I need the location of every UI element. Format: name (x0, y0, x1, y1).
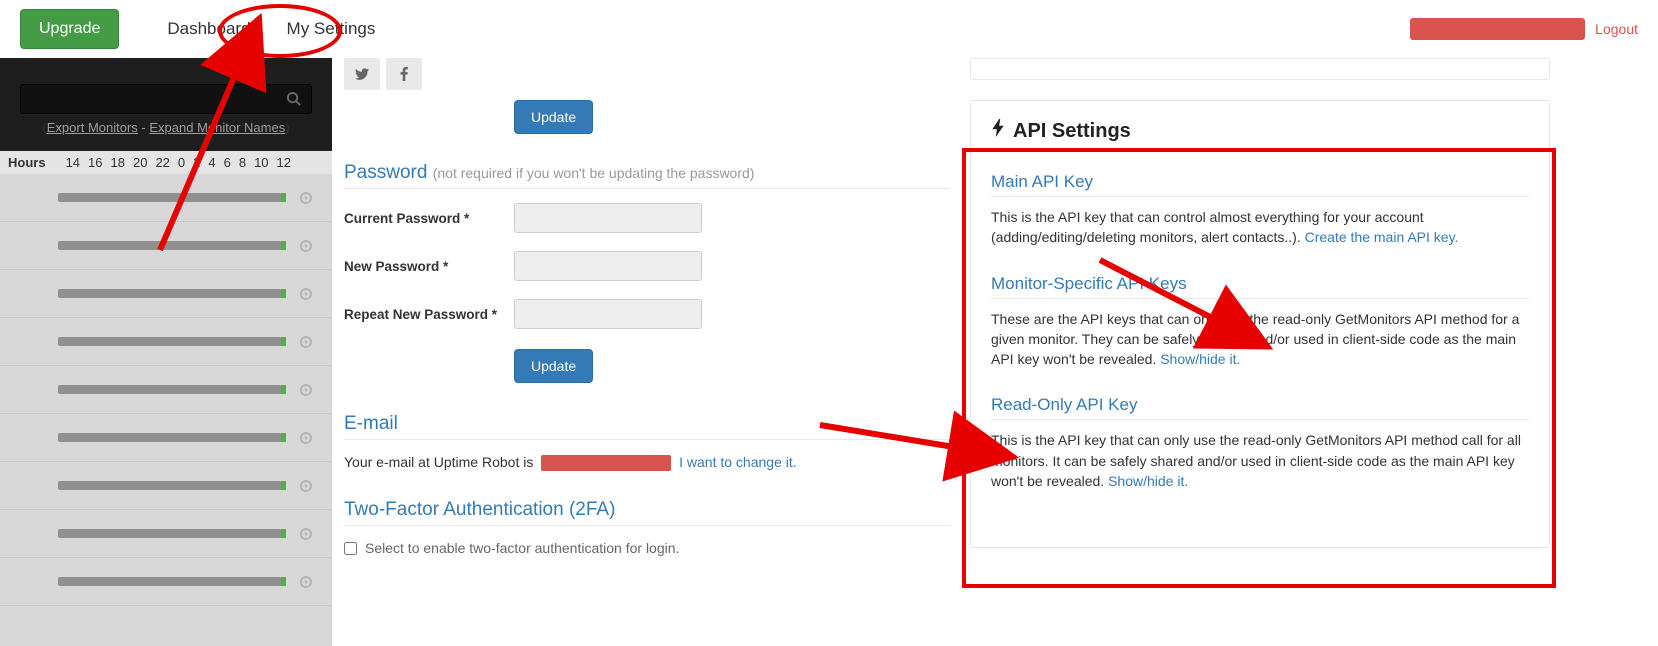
lightning-icon (991, 119, 1005, 143)
api-readonly-heading: Read-Only API Key (991, 395, 1529, 420)
gear-icon[interactable] (298, 574, 314, 590)
monitor-row[interactable] (0, 558, 332, 606)
password-section-title: Password (not required if you won't be u… (344, 162, 950, 189)
gear-icon[interactable] (298, 526, 314, 542)
monitor-row[interactable] (0, 414, 332, 462)
monitor-row[interactable] (0, 174, 332, 222)
gear-icon[interactable] (298, 286, 314, 302)
showhide-readonly-link[interactable]: Show/hide it. (1108, 473, 1188, 489)
repeat-password-input[interactable] (514, 299, 702, 329)
monitor-row[interactable] (0, 318, 332, 366)
new-password-label: New Password * (344, 259, 514, 274)
sidebar-links: (Export Monitors - Expand Monitor Names) (20, 114, 312, 145)
monitor-row[interactable] (0, 222, 332, 270)
top-nav: Upgrade Dashboard My Settings Logout (0, 0, 1658, 58)
monitor-row[interactable] (0, 462, 332, 510)
export-monitors-link[interactable]: Export Monitors (47, 120, 138, 135)
gear-icon[interactable] (298, 190, 314, 206)
monitor-row[interactable] (0, 270, 332, 318)
api-settings-panel: API Settings Main API Key This is the AP… (970, 100, 1550, 548)
user-name-redacted (1410, 18, 1585, 40)
change-email-link[interactable]: I want to change it. (679, 454, 797, 470)
api-settings-heading: API Settings (991, 119, 1529, 152)
api-monitor-heading: Monitor-Specific API Keys (991, 274, 1529, 299)
expand-names-link[interactable]: Expand Monitor Names (149, 120, 285, 135)
api-main-section: Main API Key This is the API key that ca… (991, 172, 1529, 248)
api-main-heading: Main API Key (991, 172, 1529, 197)
gear-icon[interactable] (298, 478, 314, 494)
twitter-icon[interactable] (344, 58, 380, 90)
update-button-password[interactable]: Update (514, 349, 593, 383)
monitor-row[interactable] (0, 510, 332, 558)
monitor-sidebar: (Export Monitors - Expand Monitor Names)… (0, 58, 332, 646)
current-password-input[interactable] (514, 203, 702, 233)
tfa-checkbox[interactable] (344, 542, 357, 555)
upper-panel-fragment (970, 58, 1550, 80)
gear-icon[interactable] (298, 430, 314, 446)
showhide-monitor-link[interactable]: Show/hide it. (1160, 351, 1240, 367)
search-icon (286, 91, 301, 109)
gear-icon[interactable] (298, 238, 314, 254)
hours-axis: Hours 14 16 18 20 22 0 2 4 6 8 10 12 (0, 151, 332, 174)
email-text: Your e-mail at Uptime Robot is I want to… (344, 454, 950, 471)
tfa-label: Select to enable two-factor authenticati… (365, 540, 679, 556)
logout-link[interactable]: Logout (1595, 21, 1638, 37)
current-password-label: Current Password * (344, 211, 514, 226)
nav-dashboard[interactable]: Dashboard (149, 19, 268, 39)
api-monitor-section: Monitor-Specific API Keys These are the … (991, 274, 1529, 370)
monitor-search-input[interactable] (20, 84, 312, 114)
gear-icon[interactable] (298, 382, 314, 398)
email-redacted (541, 455, 671, 471)
nav-my-settings[interactable]: My Settings (269, 19, 394, 39)
monitor-row[interactable] (0, 366, 332, 414)
create-main-api-key-link[interactable]: Create the main API key. (1305, 229, 1459, 245)
api-readonly-section: Read-Only API Key This is the API key th… (991, 395, 1529, 491)
update-button-top[interactable]: Update (514, 100, 593, 134)
new-password-input[interactable] (514, 251, 702, 281)
settings-center: Update Password (not required if you won… (332, 58, 962, 556)
gear-icon[interactable] (298, 334, 314, 350)
email-section-title: E-mail (344, 413, 950, 440)
facebook-icon[interactable] (386, 58, 422, 90)
right-column: API Settings Main API Key This is the AP… (970, 58, 1550, 548)
tfa-section-title: Two-Factor Authentication (2FA) (344, 499, 950, 526)
upgrade-button[interactable]: Upgrade (20, 9, 119, 49)
repeat-password-label: Repeat New Password * (344, 307, 514, 322)
